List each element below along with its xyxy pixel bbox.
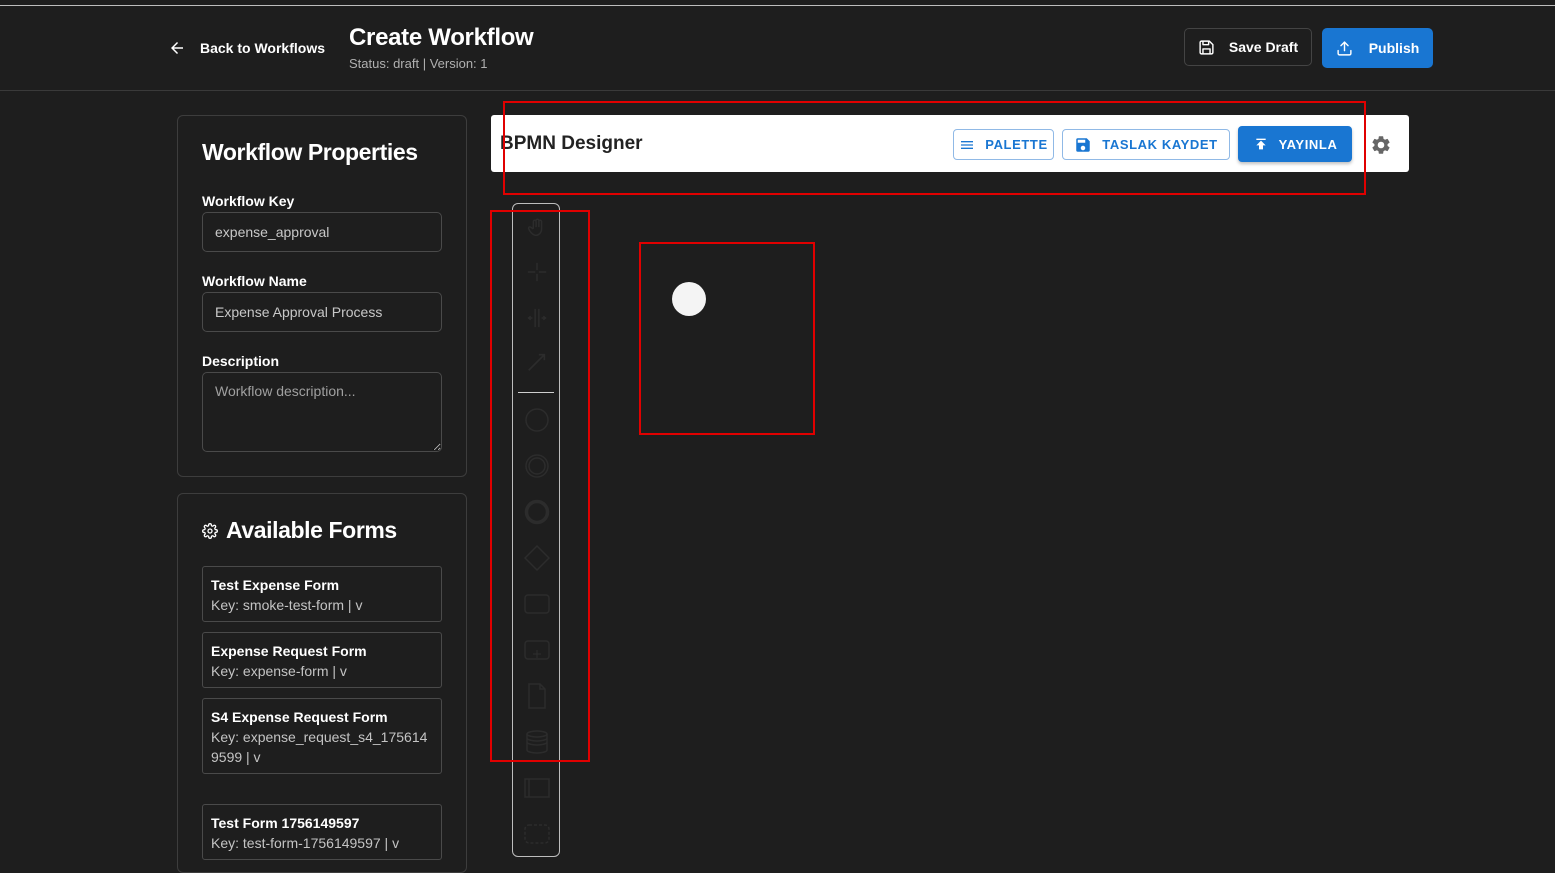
task-icon[interactable]	[524, 591, 550, 617]
taslak-kaydet-label: TASLAK KAYDET	[1102, 137, 1218, 152]
workflow-properties-title: Workflow Properties	[202, 139, 418, 165]
back-to-workflows-label: Back to Workflows	[200, 40, 325, 56]
workflow-name-label: Workflow Name	[202, 273, 307, 289]
settings-gear-icon[interactable]	[1370, 134, 1392, 156]
hand-tool-icon[interactable]	[524, 215, 550, 241]
yayinla-label: YAYINLA	[1278, 136, 1338, 152]
start-event-icon[interactable]	[524, 407, 550, 433]
available-forms-card: Available Forms Test Expense Form Key: s…	[177, 493, 467, 873]
save-icon	[1199, 39, 1214, 55]
connect-tool-icon[interactable]	[524, 349, 550, 375]
bpmn-palette	[512, 203, 560, 857]
bpmn-designer-title: BPMN Designer	[500, 133, 643, 154]
lasso-tool-icon[interactable]	[524, 259, 550, 285]
back-to-workflows-link[interactable]: Back to Workflows	[168, 39, 325, 57]
available-forms-title: Available Forms	[226, 517, 397, 543]
menu-icon	[961, 140, 974, 149]
canvas-start-event[interactable]	[672, 282, 706, 316]
pool-icon[interactable]	[524, 775, 550, 801]
arrow-left-icon	[171, 42, 183, 54]
publish-button[interactable]: Publish	[1322, 28, 1433, 68]
workflow-status: Status: draft | Version: 1	[349, 56, 488, 71]
form-list-item[interactable]: S4 Expense Request Form Key: expense_req…	[202, 698, 442, 774]
space-tool-icon[interactable]	[524, 305, 550, 331]
bpmn-designer-toolbar: BPMN Designer PALETTE TASLAK KAYDET YAYI…	[491, 115, 1409, 172]
save-draft-label: Save Draft	[1228, 39, 1299, 55]
save-icon	[1076, 137, 1091, 152]
workflow-properties-card: Workflow Properties Workflow Key Workflo…	[177, 115, 467, 477]
form-list-item[interactable]: Test Expense Form Key: smoke-test-form |…	[202, 566, 442, 622]
available-forms-header: Available Forms	[202, 517, 397, 544]
form-name: Test Form 1756149597	[211, 815, 360, 831]
workflow-key-label: Workflow Key	[202, 193, 295, 209]
description-label: Description	[202, 353, 280, 369]
gateway-icon[interactable]	[524, 545, 550, 571]
form-name: Expense Request Form	[211, 643, 367, 659]
form-name: Test Expense Form	[211, 577, 340, 593]
taslak-kaydet-button[interactable]: TASLAK KAYDET	[1062, 129, 1230, 160]
bpmn-canvas[interactable]	[491, 172, 1409, 858]
data-store-icon[interactable]	[524, 729, 550, 755]
publish-icon	[1255, 138, 1266, 150]
yayinla-button[interactable]: YAYINLA	[1238, 126, 1352, 162]
save-draft-button[interactable]: Save Draft	[1184, 28, 1312, 66]
workflow-name-input[interactable]	[202, 292, 442, 332]
page-title: Create Workflow	[349, 24, 534, 51]
form-list-item[interactable]: Test Form 1756149597 Key: test-form-1756…	[202, 804, 442, 860]
upload-icon	[1337, 40, 1352, 56]
publish-label: Publish	[1368, 40, 1420, 56]
form-name: S4 Expense Request Form	[211, 709, 388, 725]
end-event-icon[interactable]	[524, 499, 550, 525]
gear-icon	[202, 522, 218, 539]
group-icon[interactable]	[524, 821, 550, 847]
form-key: Key: smoke-test-form | v	[211, 597, 363, 613]
description-textarea[interactable]	[202, 372, 442, 452]
palette-separator	[518, 392, 554, 393]
subprocess-icon[interactable]	[524, 637, 550, 663]
data-object-icon[interactable]	[524, 683, 550, 709]
workflow-key-input[interactable]	[202, 212, 442, 252]
form-key: Key: test-form-1756149597 | v	[211, 835, 400, 851]
form-key: Key: expense_request_s4_1756149599 | v	[211, 729, 428, 765]
page-header: Back to Workflows Create Workflow Status…	[0, 6, 1555, 91]
palette-label: PALETTE	[985, 137, 1048, 152]
palette-toggle-button[interactable]: PALETTE	[953, 129, 1054, 160]
form-key: Key: expense-form | v	[211, 663, 347, 679]
form-list-item[interactable]: Expense Request Form Key: expense-form |…	[202, 632, 442, 688]
intermediate-event-icon[interactable]	[524, 453, 550, 479]
